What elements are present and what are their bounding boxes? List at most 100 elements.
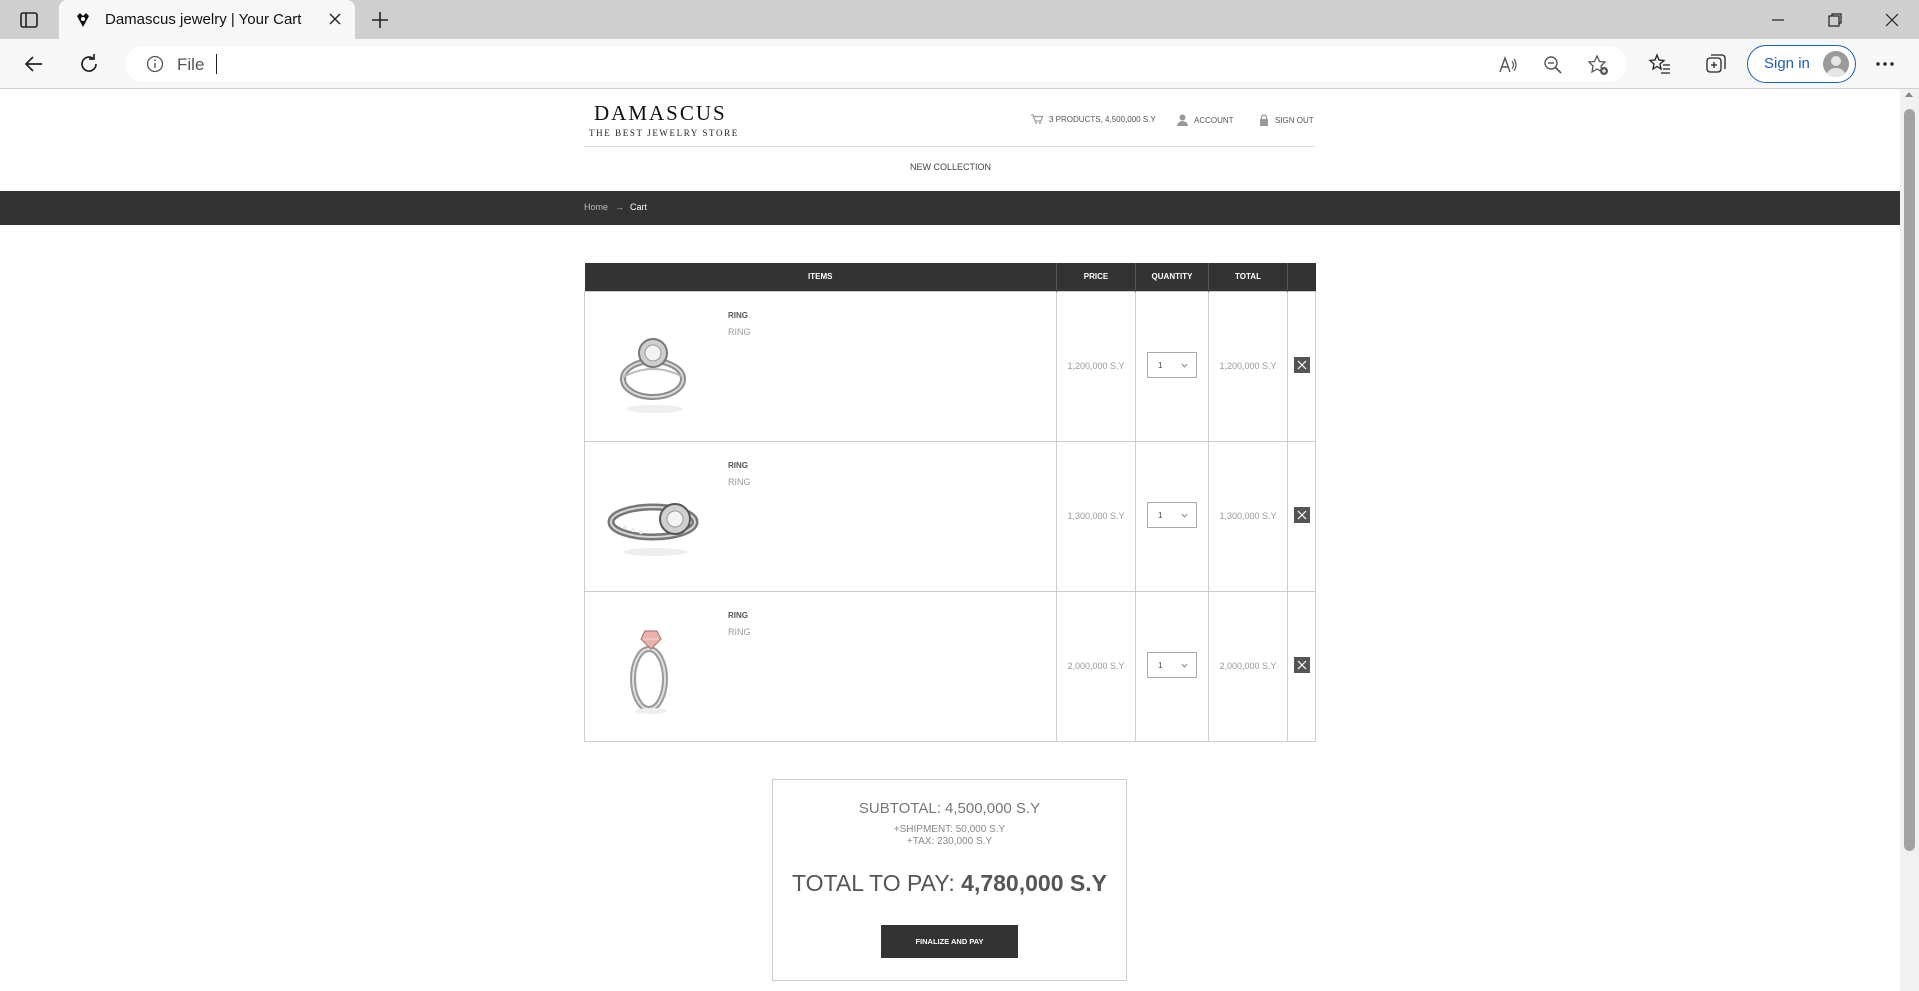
chevron-down-icon [1181, 663, 1188, 668]
account-link[interactable]: ACCOUNT [1177, 114, 1234, 126]
info-icon[interactable] [146, 55, 164, 73]
header-remove [1287, 263, 1316, 291]
text-caret [216, 54, 217, 74]
quantity-select[interactable]: 1 [1147, 502, 1197, 528]
scroll-up-icon[interactable] [1905, 92, 1913, 97]
item-cell: RING RING [584, 290, 1057, 442]
sign-out-link[interactable]: SIGN OUT [1259, 114, 1314, 126]
close-window-icon[interactable] [1880, 8, 1904, 32]
quantity-select[interactable]: 1 [1147, 352, 1197, 378]
breadcrumb-current: Cart [630, 202, 648, 212]
ring-pink-icon[interactable] [605, 617, 705, 717]
item-cell: RING RING [584, 590, 1057, 742]
cart-header-row: ITEMS PRICE QUANTITY TOTAL [584, 263, 1316, 291]
close-icon [1297, 660, 1306, 670]
item-price: 1,200,000 S.Y [1056, 290, 1136, 442]
item-total: 1,200,000 S.Y [1208, 290, 1288, 442]
lock-icon [1260, 114, 1268, 126]
quantity-value: 1 [1158, 661, 1163, 670]
restore-icon[interactable] [1823, 8, 1847, 32]
close-icon [1297, 360, 1306, 370]
zoom-out-icon[interactable] [1542, 54, 1564, 76]
cart-summary-text: 3 PRODUCTS, 4,500,000 S.Y [1049, 114, 1156, 124]
header-total: TOTAL [1208, 263, 1288, 291]
back-arrow-icon[interactable] [22, 52, 46, 76]
ring-halo-icon[interactable] [605, 317, 705, 417]
item-description: RING [728, 476, 751, 487]
breadcrumb: Home → Cart [0, 191, 1900, 225]
refresh-icon[interactable] [77, 52, 101, 76]
page-scrollbar[interactable] [1900, 89, 1919, 991]
sign-in-button[interactable]: Sign in [1747, 45, 1856, 83]
finalize-pay-button[interactable]: FINALIZE AND PAY [881, 925, 1018, 958]
nav-new-collection[interactable]: NEW COLLECTION [910, 162, 991, 172]
tab-title: Damascus jewelry | Your Cart [105, 11, 302, 28]
total-to-pay: TOTAL TO PAY: 4,780,000 S.Y [773, 870, 1126, 897]
header-price: PRICE [1056, 263, 1136, 291]
item-description: RING [728, 326, 751, 337]
item-quantity-cell: 1 [1135, 440, 1209, 592]
item-name[interactable]: RING [728, 311, 748, 320]
collections-icon[interactable] [1704, 52, 1728, 76]
sign-out-label: SIGN OUT [1275, 115, 1314, 125]
quantity-value: 1 [1158, 511, 1163, 520]
profile-avatar-icon [1823, 51, 1849, 77]
cart-icon [1031, 114, 1043, 124]
favorites-icon[interactable] [1648, 52, 1672, 76]
page-viewport: DAMASCUS THE BEST JEWELRY STORE 3 PRODUC… [0, 89, 1900, 991]
header-divider [584, 146, 1315, 147]
cart-table: ITEMS PRICE QUANTITY TOTAL RING RING 1,2… [584, 263, 1316, 742]
remove-item-button[interactable] [1293, 357, 1310, 373]
quantity-value: 1 [1158, 361, 1163, 370]
item-name[interactable]: RING [728, 611, 748, 620]
more-menu-icon[interactable] [1873, 52, 1897, 76]
table-row: RING RING 1,300,000 S.Y 1 1,300,000 S.Y [584, 440, 1316, 592]
address-bar[interactable]: File [125, 46, 1627, 82]
item-total: 2,000,000 S.Y [1208, 590, 1288, 742]
total-label: TOTAL TO PAY: [792, 870, 955, 896]
remove-item-button[interactable] [1293, 657, 1310, 673]
table-row: RING RING 2,000,000 S.Y 1 2,000,000 S.Y [584, 590, 1316, 742]
url-text: File [177, 55, 205, 74]
browser-toolbar: File Sign in [0, 39, 1919, 89]
add-favorite-icon[interactable] [1587, 54, 1609, 76]
site-logo[interactable]: DAMASCUS THE BEST JEWELRY STORE [584, 101, 744, 141]
subtotal: SUBTOTAL: 4,500,000 S.Y [858, 800, 1041, 817]
order-summary: SUBTOTAL: 4,500,000 S.Y +SHIPMENT: 50,00… [772, 779, 1127, 981]
read-aloud-icon[interactable] [1497, 54, 1519, 76]
scroll-thumb[interactable] [1904, 109, 1915, 851]
total-value: 4,780,000 S.Y [961, 870, 1107, 896]
cart-summary-link[interactable]: 3 PRODUCTS, 4,500,000 S.Y [1031, 114, 1156, 124]
logo-tagline: THE BEST JEWELRY STORE [589, 128, 739, 138]
item-remove-cell [1287, 290, 1316, 442]
shipment-cost: +SHIPMENT: 50,000 S.Y [893, 824, 1006, 835]
logo-text: DAMASCUS [594, 101, 727, 125]
tab-actions-icon[interactable] [18, 9, 40, 31]
account-label: ACCOUNT [1194, 115, 1234, 125]
table-row: RING RING 1,200,000 S.Y 1 1,200,000 S.Y [584, 290, 1316, 442]
minimize-icon[interactable] [1766, 8, 1790, 32]
breadcrumb-separator: → [615, 202, 624, 212]
item-cell: RING RING [584, 440, 1057, 592]
chevron-down-icon [1181, 513, 1188, 518]
ring-band-icon[interactable] [605, 467, 705, 567]
item-name[interactable]: RING [728, 461, 748, 470]
close-icon [1297, 510, 1306, 520]
chevron-down-icon [1181, 363, 1188, 368]
new-tab-icon[interactable] [370, 10, 390, 30]
tax-cost: +TAX: 230,000 S.Y [906, 836, 993, 847]
close-tab-icon[interactable] [327, 11, 343, 27]
quantity-select[interactable]: 1 [1147, 652, 1197, 678]
header-items: ITEMS [584, 263, 1057, 291]
item-total: 1,300,000 S.Y [1208, 440, 1288, 592]
item-remove-cell [1287, 440, 1316, 592]
user-icon [1177, 114, 1188, 126]
browser-tab[interactable]: Damascus jewelry | Your Cart [59, 0, 355, 39]
item-price: 1,300,000 S.Y [1056, 440, 1136, 592]
sign-in-label: Sign in [1764, 55, 1810, 72]
breadcrumb-home[interactable]: Home [584, 202, 608, 212]
item-price: 2,000,000 S.Y [1056, 590, 1136, 742]
item-quantity-cell: 1 [1135, 590, 1209, 742]
item-remove-cell [1287, 590, 1316, 742]
remove-item-button[interactable] [1293, 507, 1310, 523]
